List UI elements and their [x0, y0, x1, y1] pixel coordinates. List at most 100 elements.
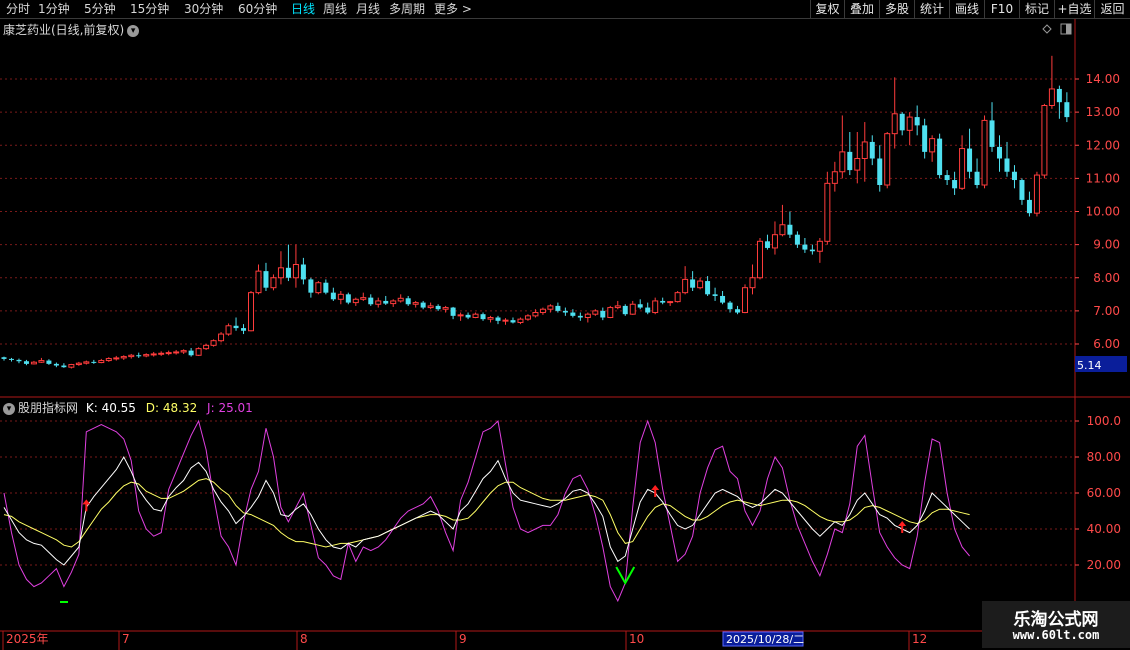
series-j-line — [3, 419, 970, 603]
candle-body-down — [952, 180, 958, 189]
indicator-name[interactable]: 股朋指标网 — [18, 401, 78, 415]
period-tab-daily[interactable]: 日线 — [291, 0, 315, 19]
period-tab-5min[interactable]: 5分钟 — [84, 0, 116, 19]
statistics-button[interactable]: 统计 — [914, 0, 949, 19]
panel-controls — [1042, 23, 1072, 35]
candle-body-up — [75, 362, 82, 366]
last-price-label: 5.14 — [1077, 359, 1102, 372]
candle-body-down — [61, 365, 67, 368]
indicator-lines — [3, 419, 970, 603]
time-tick-label: 8 — [300, 632, 308, 646]
candle-body-up — [861, 141, 868, 159]
candle-body-up — [120, 356, 127, 359]
chart-area[interactable]: 14.00 13.00 12.00 11.00 10.00 9.00 8.00 7.00 6.0… — [0, 19, 1130, 650]
d-value: D: 48.32 — [145, 401, 198, 415]
candle-body-up — [412, 302, 419, 305]
candle-body-down — [1011, 171, 1017, 181]
candle-body-up — [906, 116, 913, 131]
candle-body-up — [667, 301, 674, 304]
period-tab-60min[interactable]: 60分钟 — [238, 0, 277, 19]
price-tick-label: 7.00 — [1093, 304, 1120, 318]
candle-body-down — [802, 244, 808, 250]
mark-button[interactable]: 标记 — [1019, 0, 1054, 19]
indicator-tick-label: 40.00 — [1087, 522, 1121, 536]
cursor-date-label: 2025/10/28/二 — [726, 633, 804, 646]
candle-body-up — [959, 148, 966, 189]
series-k-line — [3, 455, 970, 566]
candle-body-up — [1041, 105, 1048, 176]
candle-body-down — [263, 271, 269, 288]
draw-line-button[interactable]: 画线 — [949, 0, 984, 19]
candle-body-up — [749, 277, 756, 289]
candle-body-down — [577, 315, 583, 318]
price-tick-label: 13.00 — [1086, 105, 1120, 119]
candle-body-down — [1019, 180, 1025, 200]
indicator-tick-label: 60.00 — [1087, 486, 1121, 500]
more-label: 更多 — [434, 2, 459, 16]
candle-body-down — [368, 297, 374, 305]
period-tab-monthly[interactable]: 月线 — [356, 0, 380, 19]
candle-body-up — [824, 182, 831, 242]
diamond-icon[interactable] — [1042, 24, 1052, 34]
candle-body-up — [614, 305, 621, 309]
candle-body-down — [555, 305, 561, 311]
candle-body-down — [1064, 102, 1070, 118]
candle-body-down — [899, 113, 905, 131]
candle-body-down — [330, 292, 336, 300]
candle-body-up — [68, 364, 75, 368]
time-tick-label: 7 — [122, 632, 130, 646]
overlay-button[interactable]: 叠加 — [844, 0, 879, 19]
candle-body-down — [637, 304, 643, 308]
adjust-button[interactable]: 复权 — [810, 0, 844, 19]
candle-body-down — [869, 141, 875, 159]
candle-body-down — [645, 307, 651, 313]
candle-body-down — [727, 302, 733, 310]
period-tab-intraday[interactable]: 分时 — [6, 0, 30, 19]
candle-body-up — [1048, 88, 1055, 106]
back-button[interactable]: 返回 — [1094, 0, 1130, 19]
chevron-down-icon[interactable]: ▾ — [127, 25, 140, 37]
candle-body-down — [233, 325, 239, 329]
panel-toggle-icon-fill — [1066, 24, 1071, 34]
candle-body-down — [510, 320, 516, 323]
multi-stock-button[interactable]: 多股 — [879, 0, 914, 19]
price-tick-label: 11.00 — [1086, 171, 1120, 185]
candle-body-up — [105, 358, 112, 362]
indicator-tick-label: 20.00 — [1087, 558, 1121, 572]
period-tab-15min[interactable]: 15分钟 — [130, 0, 169, 19]
add-watchlist-button[interactable]: +自选 — [1054, 0, 1094, 19]
candle-body-down — [720, 295, 726, 303]
candle-body-down — [450, 307, 456, 316]
candle-body-down — [712, 294, 718, 296]
chevron-down-icon[interactable]: ▾ — [3, 403, 15, 415]
candle-body-up — [487, 317, 494, 320]
candle-body-up — [771, 234, 778, 249]
period-tab-multi[interactable]: 多周期 — [389, 0, 425, 19]
stock-title[interactable]: 康芝药业(日线,前复权) ▾ — [3, 21, 140, 38]
candle-body-down — [188, 350, 194, 356]
candle-body-down — [383, 300, 389, 304]
candle-body-down — [794, 234, 800, 245]
toolbar: 分时 1分钟 5分钟 15分钟 30分钟 60分钟 日线 周线 月线 多周期 更… — [0, 0, 1130, 19]
candle-body-up — [831, 171, 838, 184]
period-tab-more[interactable]: 更多 > — [434, 0, 472, 19]
f10-button[interactable]: F10 — [984, 0, 1019, 19]
candle-body-up — [1033, 174, 1040, 214]
candle-body-down — [997, 146, 1003, 159]
j-value: J: 25.01 — [207, 401, 253, 415]
watermark-title: 乐淘公式网 — [1013, 610, 1099, 630]
candle-body-up — [315, 282, 322, 294]
period-tab-30min[interactable]: 30分钟 — [184, 0, 223, 19]
candle-body-up — [472, 313, 479, 318]
candle-body-up — [375, 300, 382, 305]
indicator-grid — [0, 420, 1075, 566]
candle-body-up — [682, 278, 689, 294]
candle-body-up — [502, 319, 509, 322]
candle-body-up — [210, 340, 217, 346]
candle-body-down — [974, 171, 980, 185]
watermark: 乐淘公式网 www.60lt.com — [982, 601, 1130, 648]
candle-body-down — [465, 314, 471, 318]
period-tab-1min[interactable]: 1分钟 — [38, 0, 70, 19]
candle-body-up — [270, 277, 277, 289]
period-tab-weekly[interactable]: 周线 — [323, 0, 347, 19]
